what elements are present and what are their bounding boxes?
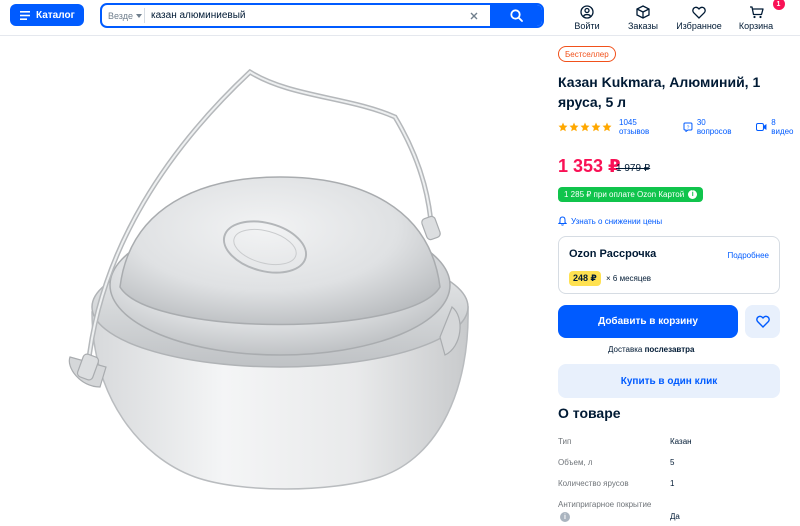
search-bar: Везде [100,3,544,28]
spec-key: Объем, л [558,458,593,467]
spec-key: Антипригарное покрытие [558,500,652,509]
old-price: 1 979 ₽ [616,163,651,174]
videos-link[interactable]: 8 видео [771,118,800,136]
cart-icon: 1 [749,0,785,19]
chevron-down-icon [136,13,142,18]
menu-icon [20,10,30,20]
search-scope-label: Везде [108,10,133,21]
installment-amount: 248 ₽ [569,271,601,286]
video-icon [756,123,767,131]
spec-value: Казан [670,437,692,446]
bestseller-badge: Бестселлер [558,46,616,62]
star-icon [569,122,579,132]
heart-icon [755,315,770,328]
current-price: 1 353 ₽ [558,156,621,176]
installment-title: Ozon Рассрочка [569,248,657,260]
nav-login[interactable]: Войти [561,0,613,31]
nav-favorites-label: Избранное [676,21,722,31]
ozon-card-price-label: 1 285 ₽ при оплате Ozon Картой [564,190,685,199]
bell-icon [558,216,567,226]
star-icon [602,122,612,132]
search-button[interactable] [490,5,542,26]
add-to-favorites-button[interactable] [745,305,780,338]
heart-icon [692,0,706,19]
search-scope-select[interactable]: Везде [102,11,144,21]
star-icon [558,122,568,132]
spec-key: Тип [558,437,572,446]
question-icon: ? [683,122,693,132]
delivery-info: Доставка послезавтра [608,345,694,354]
nav-cart[interactable]: 1 Корзина [730,0,785,31]
spec-key: Количество ярусов [558,479,629,488]
catalog-button[interactable]: Каталог [10,4,84,26]
nav-favorites[interactable]: Избранное [673,0,725,31]
nav-orders-label: Заказы [627,21,659,31]
user-icon [580,0,594,19]
close-icon [470,12,478,19]
box-icon [636,0,650,19]
questions-link[interactable]: 30 вопросов [697,118,742,136]
delivery-day: послезавтра [644,345,695,354]
clear-search-button[interactable] [464,6,484,26]
info-icon: i [688,190,698,199]
installment-card[interactable]: Ozon Рассрочка Подробнее 248 ₽ × 6 месяц… [558,236,780,294]
about-product-title: О товаре [558,405,621,421]
ozon-card-price[interactable]: 1 285 ₽ при оплате Ozon Картой i [558,187,704,202]
buy-one-click-button[interactable]: Купить в один клик [558,364,780,398]
spec-value: 5 [670,458,675,467]
nav-orders[interactable]: Заказы [617,0,669,31]
svg-text:?: ? [686,124,689,130]
search-input[interactable] [145,10,464,21]
cart-badge: 1 [772,0,785,10]
nav-cart-label: Корзина [738,21,774,31]
reviews-link[interactable]: 1045 отзывов [619,118,669,136]
search-icon [509,9,523,22]
product-title: Казан Kukmara, Алюминий, 1 яруса, 5 л [558,74,761,110]
nav-login-label: Войти [574,21,600,31]
price-drop-notify[interactable]: Узнать о снижении цены [558,216,662,226]
installment-more-link[interactable]: Подробнее [728,251,770,260]
product-image[interactable] [0,37,548,521]
star-icon [591,122,601,132]
top-header: Каталог Везде Войти Заказы Избранное [0,0,800,36]
delivery-prefix: Доставка [608,345,643,354]
rating-stars[interactable] [558,122,612,132]
star-icon [580,122,590,132]
product-meta-row: 1045 отзывов ? 30 вопросов 8 видео [558,118,800,136]
spec-value: Да [670,512,680,521]
spec-value: 1 [670,479,675,488]
price-drop-notify-label: Узнать о снижении цены [571,216,663,226]
catalog-label: Каталог [36,9,75,21]
kazan-image [68,68,469,490]
installment-months: × 6 месяцев [606,274,652,283]
add-to-cart-button[interactable]: Добавить в корзину [558,305,738,338]
